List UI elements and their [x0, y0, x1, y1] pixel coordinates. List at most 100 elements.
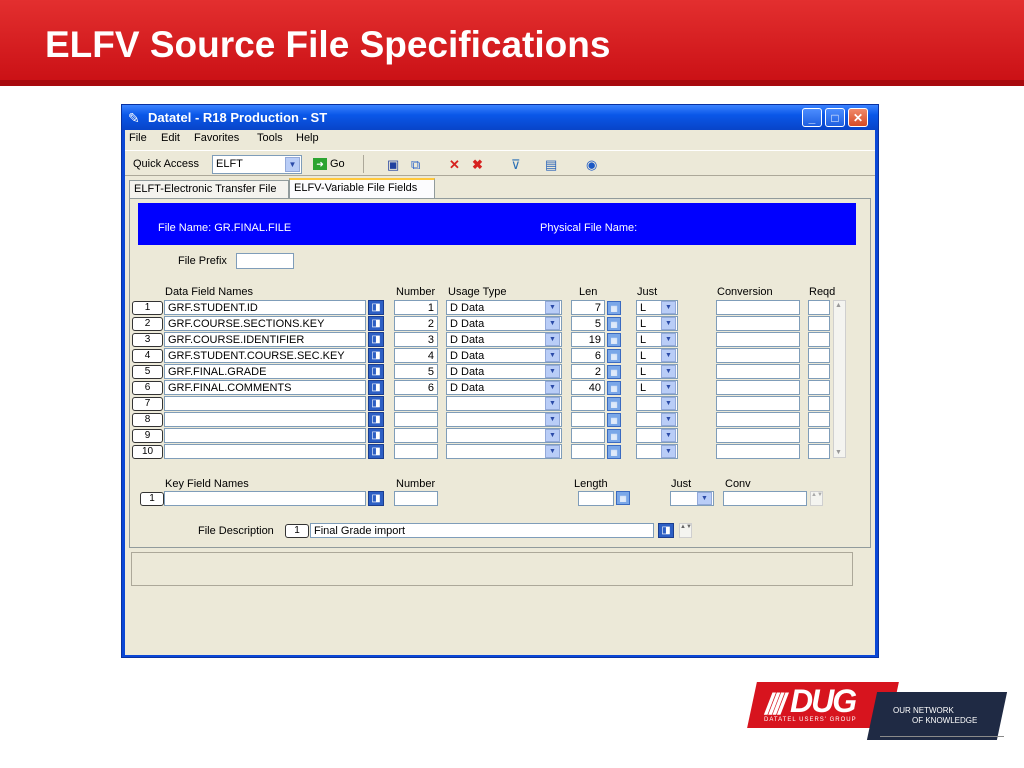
calculator-icon[interactable]: ▦	[607, 333, 621, 347]
calculator-icon[interactable]: ▦	[607, 317, 621, 331]
chevron-down-icon[interactable]: ▼	[545, 301, 560, 314]
len-input[interactable]	[571, 396, 605, 411]
row-index[interactable]: 9	[132, 429, 163, 443]
len-input[interactable]	[571, 428, 605, 443]
detail-icon[interactable]: ◨	[368, 396, 384, 411]
detail-icon[interactable]: ◨	[368, 300, 384, 315]
detail-icon[interactable]: ◨	[368, 444, 384, 459]
row-index[interactable]: 1	[132, 301, 163, 315]
file-description-input[interactable]: Final Grade import	[310, 523, 654, 538]
chevron-down-icon[interactable]: ▼	[285, 157, 300, 172]
detail-icon[interactable]: ◨	[368, 332, 384, 347]
reqd-input[interactable]	[808, 396, 830, 411]
data-field-name-input[interactable]	[164, 412, 366, 427]
len-input[interactable]	[571, 412, 605, 427]
row-index[interactable]: 7	[132, 397, 163, 411]
menu-favorites[interactable]: Favorites	[194, 132, 239, 144]
chevron-down-icon[interactable]: ▼	[661, 349, 676, 362]
key-conv-input[interactable]	[723, 491, 807, 506]
calculator-icon[interactable]: ▦	[607, 397, 621, 411]
conversion-input[interactable]	[716, 444, 800, 459]
calculator-icon[interactable]: ▦	[607, 349, 621, 363]
chevron-down-icon[interactable]: ▼	[545, 349, 560, 362]
number-input[interactable]: 4	[394, 348, 438, 363]
chevron-down-icon[interactable]: ▼	[661, 413, 676, 426]
tab-elfv[interactable]: ELFV-Variable File Fields	[289, 178, 435, 199]
reqd-input[interactable]	[808, 380, 830, 395]
number-input[interactable]: 5	[394, 364, 438, 379]
list-icon[interactable]: ▤	[545, 157, 557, 173]
just-combo[interactable]: ▼	[636, 428, 678, 443]
just-combo[interactable]: L ▼	[636, 364, 678, 379]
cancel-all-icon[interactable]: ✖	[472, 157, 483, 173]
just-combo[interactable]: ▼	[636, 412, 678, 427]
chevron-down-icon[interactable]: ▼	[661, 429, 676, 442]
cancel-icon[interactable]: ✕	[449, 157, 460, 173]
number-input[interactable]	[394, 396, 438, 411]
usage-type-combo[interactable]: D Data ▼	[446, 300, 562, 315]
just-combo[interactable]: L ▼	[636, 348, 678, 363]
detail-icon[interactable]: ◨	[368, 412, 384, 427]
number-input[interactable]: 3	[394, 332, 438, 347]
conversion-input[interactable]	[716, 332, 800, 347]
chevron-down-icon[interactable]: ▼	[661, 365, 676, 378]
calculator-icon[interactable]: ▦	[607, 381, 621, 395]
reqd-input[interactable]	[808, 444, 830, 459]
vertical-scrollbar[interactable]: ▲ ▼	[833, 300, 846, 458]
len-input[interactable]	[571, 444, 605, 459]
conversion-input[interactable]	[716, 428, 800, 443]
file-description-index[interactable]: 1	[285, 524, 309, 538]
len-input[interactable]: 7	[571, 300, 605, 315]
row-index[interactable]: 5	[132, 365, 163, 379]
calculator-icon[interactable]: ▦	[607, 413, 621, 427]
just-combo[interactable]: L ▼	[636, 332, 678, 347]
reqd-input[interactable]	[808, 428, 830, 443]
calculator-icon[interactable]: ▦	[616, 491, 630, 505]
chevron-down-icon[interactable]: ▼	[545, 429, 560, 442]
number-input[interactable]: 2	[394, 316, 438, 331]
key-number-input[interactable]	[394, 491, 438, 506]
key-field-name-input[interactable]	[164, 491, 366, 506]
row-index[interactable]: 4	[132, 349, 163, 363]
usage-type-combo[interactable]: D Data ▼	[446, 332, 562, 347]
chevron-down-icon[interactable]: ▼	[661, 397, 676, 410]
calculator-icon[interactable]: ▦	[607, 365, 621, 379]
usage-type-combo[interactable]: D Data ▼	[446, 316, 562, 331]
chevron-down-icon[interactable]: ▼	[545, 381, 560, 394]
detail-icon[interactable]: ◨	[368, 348, 384, 363]
reqd-input[interactable]	[808, 348, 830, 363]
chevron-down-icon[interactable]: ▼	[661, 445, 676, 458]
number-input[interactable]	[394, 444, 438, 459]
key-row-index[interactable]: 1	[140, 492, 164, 506]
spinner-icon[interactable]: ▲▼	[679, 523, 692, 538]
usage-type-combo[interactable]: D Data ▼	[446, 348, 562, 363]
number-input[interactable]	[394, 428, 438, 443]
conversion-input[interactable]	[716, 380, 800, 395]
row-index[interactable]: 6	[132, 381, 163, 395]
chevron-down-icon[interactable]: ▼	[697, 492, 712, 505]
conversion-input[interactable]	[716, 396, 800, 411]
just-combo[interactable]: L ▼	[636, 380, 678, 395]
detail-icon[interactable]: ◨	[368, 428, 384, 443]
data-field-name-input[interactable]: GRF.STUDENT.COURSE.SEC.KEY	[164, 348, 366, 363]
usage-type-combo[interactable]: D Data ▼	[446, 380, 562, 395]
save-all-icon[interactable]: ⧉	[411, 157, 420, 173]
just-combo[interactable]: L ▼	[636, 300, 678, 315]
reqd-input[interactable]	[808, 412, 830, 427]
detail-icon[interactable]: ◨	[368, 491, 384, 506]
data-field-name-input[interactable]	[164, 428, 366, 443]
data-field-name-input[interactable]: GRF.COURSE.SECTIONS.KEY	[164, 316, 366, 331]
usage-type-combo[interactable]: D Data ▼	[446, 364, 562, 379]
just-combo[interactable]: ▼	[636, 396, 678, 411]
row-index[interactable]: 8	[132, 413, 163, 427]
chevron-down-icon[interactable]: ▼	[545, 365, 560, 378]
chevron-down-icon[interactable]: ▼	[661, 301, 676, 314]
just-combo[interactable]: ▼	[636, 444, 678, 459]
maximize-button[interactable]: □	[825, 108, 845, 127]
menu-edit[interactable]: Edit	[161, 132, 180, 144]
conversion-input[interactable]	[716, 364, 800, 379]
usage-type-combo[interactable]: ▼	[446, 428, 562, 443]
conversion-input[interactable]	[716, 412, 800, 427]
chevron-down-icon[interactable]: ▼	[545, 413, 560, 426]
trash-icon[interactable]: ⊽	[511, 157, 521, 173]
